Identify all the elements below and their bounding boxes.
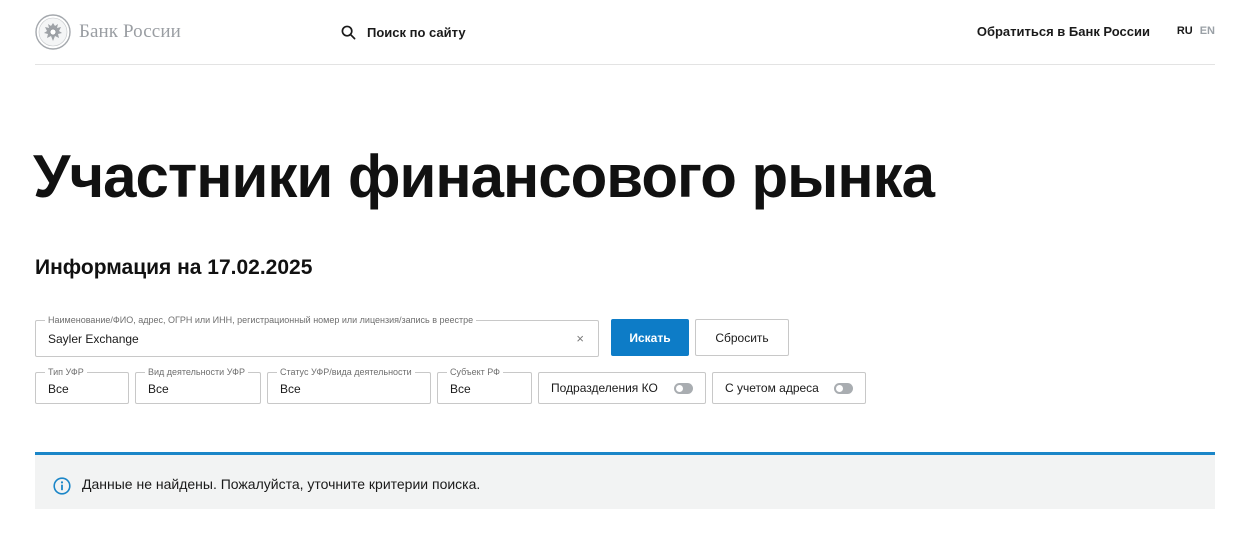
filter-status-value: Все <box>280 382 301 396</box>
site-header: Банк России Поиск по сайту Обратиться в … <box>35 0 1215 65</box>
site-search-button[interactable]: Поиск по сайту <box>341 22 466 42</box>
lang-en[interactable]: EN <box>1200 25 1215 37</box>
ko-divisions-switch[interactable] <box>674 383 693 394</box>
filter-status-select[interactable]: Статус УФР/вида деятельности Все <box>267 367 431 404</box>
filter-activity-value: Все <box>148 382 169 396</box>
address-toggle[interactable]: С учетом адреса <box>712 372 866 404</box>
info-date-heading: Информация на 17.02.2025 <box>35 256 313 279</box>
eagle-emblem-icon <box>35 14 71 50</box>
filter-subject-value: Все <box>450 382 471 396</box>
filter-type-select[interactable]: Тип УФР Все <box>35 367 129 404</box>
ko-divisions-toggle[interactable]: Подразделения КО <box>538 372 706 404</box>
filter-subject-legend: Субъект РФ <box>447 367 503 378</box>
search-submit-button[interactable]: Искать <box>611 319 689 356</box>
search-input-legend: Наименование/ФИО, адрес, ОГРН или ИНН, р… <box>45 315 477 326</box>
page-title: Участники финансового рынка <box>33 143 935 210</box>
clear-icon[interactable]: × <box>576 331 584 346</box>
filter-activity-select[interactable]: Вид деятельности УФР Все <box>135 367 261 404</box>
search-icon <box>341 25 356 39</box>
filter-type-legend: Тип УФР <box>45 367 87 378</box>
filter-status-legend: Статус УФР/вида деятельности <box>277 367 415 378</box>
logo-text: Банк России <box>79 21 181 42</box>
page: Банк России Поиск по сайту Обратиться в … <box>0 0 1257 534</box>
info-icon <box>53 477 71 495</box>
language-switcher: RU EN <box>1177 25 1215 37</box>
search-input[interactable]: Наименование/ФИО, адрес, ОГРН или ИНН, р… <box>35 315 599 357</box>
address-toggle-label: С учетом адреса <box>725 381 819 395</box>
notice-text: Данные не найдены. Пожалуйста, уточните … <box>82 476 481 492</box>
site-search-label: Поиск по сайту <box>367 24 466 40</box>
filter-subject-select[interactable]: Субъект РФ Все <box>437 367 532 404</box>
address-switch[interactable] <box>834 383 853 394</box>
no-results-notice: Данные не найдены. Пожалуйста, уточните … <box>35 452 1215 509</box>
lang-ru[interactable]: RU <box>1177 25 1193 37</box>
filter-type-value: Все <box>48 382 69 396</box>
ko-divisions-label: Подразделения КО <box>551 381 658 395</box>
bank-logo[interactable]: Банк России <box>35 14 181 50</box>
reset-button[interactable]: Сбросить <box>695 319 789 356</box>
contact-bank-link[interactable]: Обратиться в Банк России <box>977 24 1150 39</box>
filter-activity-legend: Вид деятельности УФР <box>145 367 248 378</box>
search-input-value[interactable]: Sayler Exchange <box>48 332 139 346</box>
